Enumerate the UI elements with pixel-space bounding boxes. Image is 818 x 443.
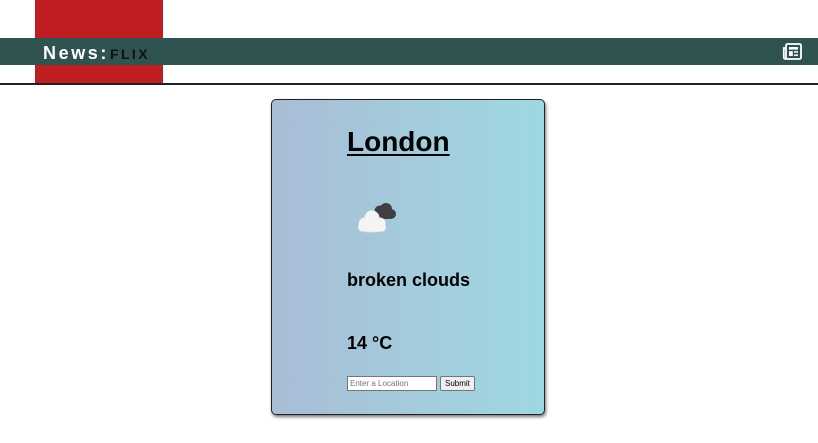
location-input[interactable] [347,376,437,391]
page: News: FLIX London broken clouds 14 °C En… [0,0,818,443]
brand-flix-text: FLIX [110,46,150,62]
submit-button[interactable]: Submit [440,376,475,391]
weather-description: broken clouds [347,270,471,290]
header-divider [0,83,818,85]
location-form: Submit [347,376,475,391]
broken-clouds-icon [358,203,396,233]
temperature-reading: 14 °C [347,333,393,353]
brand-news-text: News: [43,43,110,63]
brand-logo[interactable]: News: FLIX [43,43,150,63]
city-name: London [347,126,450,157]
newspaper-icon[interactable] [782,43,802,60]
weather-card: London broken clouds 14 °C Submit [271,99,545,415]
